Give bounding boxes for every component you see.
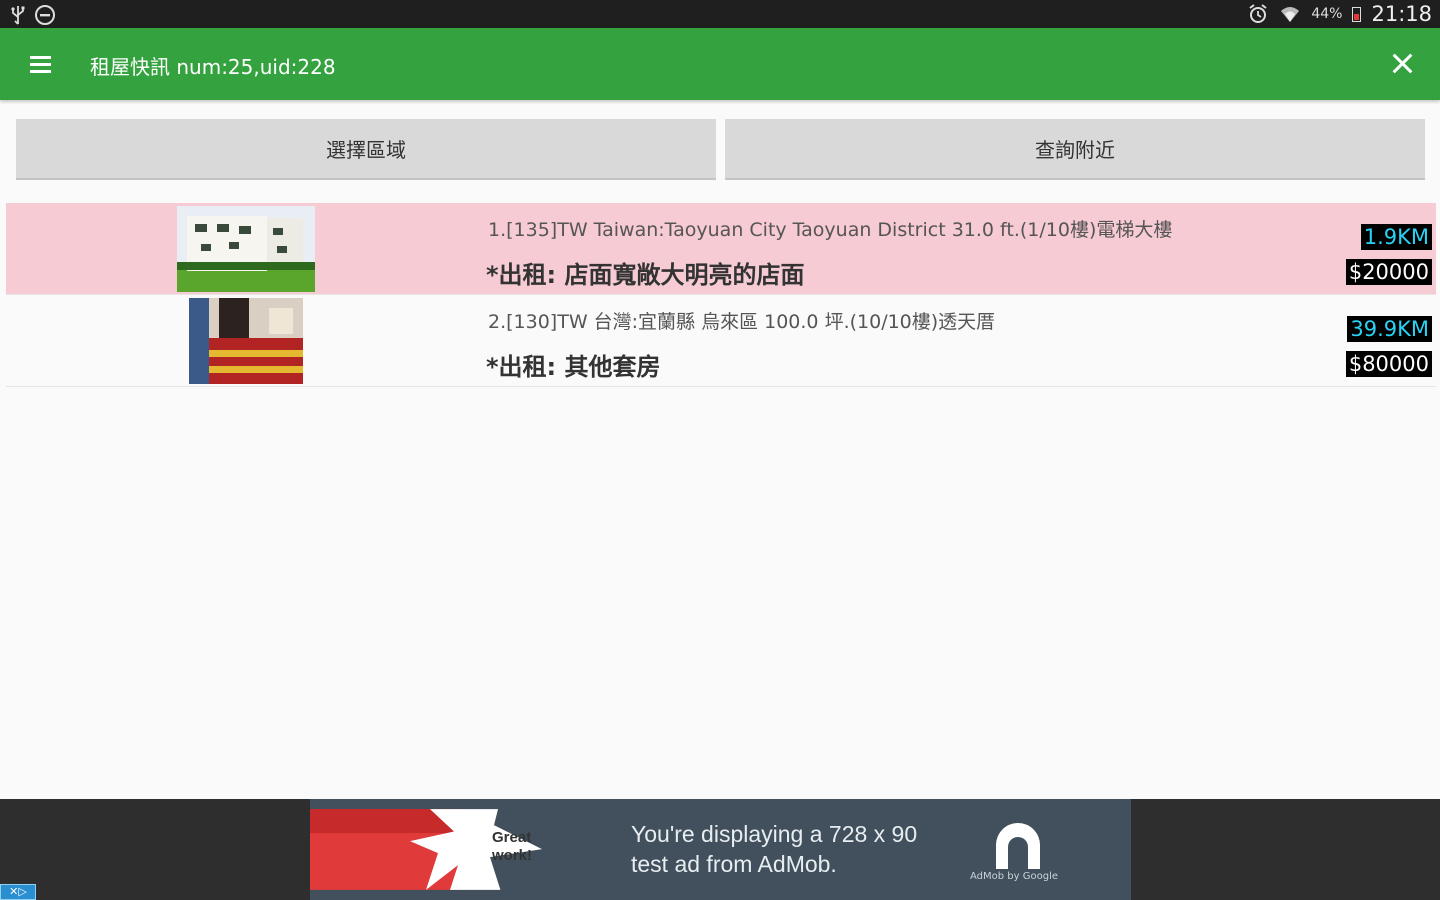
page-title: 租屋快訊 num:25,uid:228: [90, 55, 336, 79]
search-nearby-button[interactable]: 查詢附近: [725, 119, 1425, 180]
ad-choices-icon[interactable]: ✕▷: [0, 884, 36, 900]
close-icon[interactable]: [1384, 46, 1420, 82]
battery-percent: 44%: [1311, 6, 1343, 22]
usb-icon: [11, 6, 25, 25]
listing-title: 1.[135]TW Taiwan:Taoyuan City Taoyuan Di…: [488, 219, 1173, 241]
ad-brand: AdMob by Google: [970, 871, 1058, 882]
select-area-button[interactable]: 選擇區域: [16, 119, 716, 180]
listing-title: 2.[130]TW 台灣:宜蘭縣 烏來區 100.0 坪.(10/10樓)透天厝: [488, 311, 996, 333]
battery-icon: [1352, 6, 1362, 22]
distance-badge: 39.9KM: [1347, 316, 1432, 342]
status-bar: 44% 21:18: [0, 0, 1440, 28]
listing-list: 1.[135]TW Taiwan:Taoyuan City Taoyuan Di…: [6, 203, 1436, 387]
ad-line-1: You're displaying a 728 x 90: [631, 821, 918, 847]
ad-badge-text: Great work!: [492, 829, 533, 864]
listing-photo: [189, 298, 303, 384]
distance-badge: 1.9KM: [1360, 224, 1432, 250]
list-item[interactable]: 1.[135]TW Taiwan:Taoyuan City Taoyuan Di…: [6, 203, 1436, 295]
app-bar: 租屋快訊 num:25,uid:228: [0, 28, 1440, 100]
do-not-disturb-icon: [35, 5, 55, 25]
ad-area: Great work! You're displaying a 728 x 90…: [0, 799, 1440, 900]
price-badge: $80000: [1345, 351, 1432, 377]
list-item[interactable]: 2.[130]TW 台灣:宜蘭縣 烏來區 100.0 坪.(10/10樓)透天厝…: [6, 295, 1436, 387]
ad-line-2: test ad from AdMob.: [631, 851, 837, 877]
price-badge: $20000: [1345, 259, 1432, 285]
listing-photo: [177, 206, 315, 292]
menu-icon[interactable]: [22, 48, 60, 80]
clock: 21:18: [1371, 2, 1432, 26]
listing-subtitle: *出租: 其他套房: [486, 353, 661, 381]
listing-subtitle: *出租: 店面寬敞大明亮的店面: [486, 261, 805, 289]
wifi-icon: [1281, 7, 1300, 22]
alarm-icon: [1249, 4, 1267, 23]
ad-banner[interactable]: Great work! You're displaying a 728 x 90…: [310, 799, 1131, 900]
